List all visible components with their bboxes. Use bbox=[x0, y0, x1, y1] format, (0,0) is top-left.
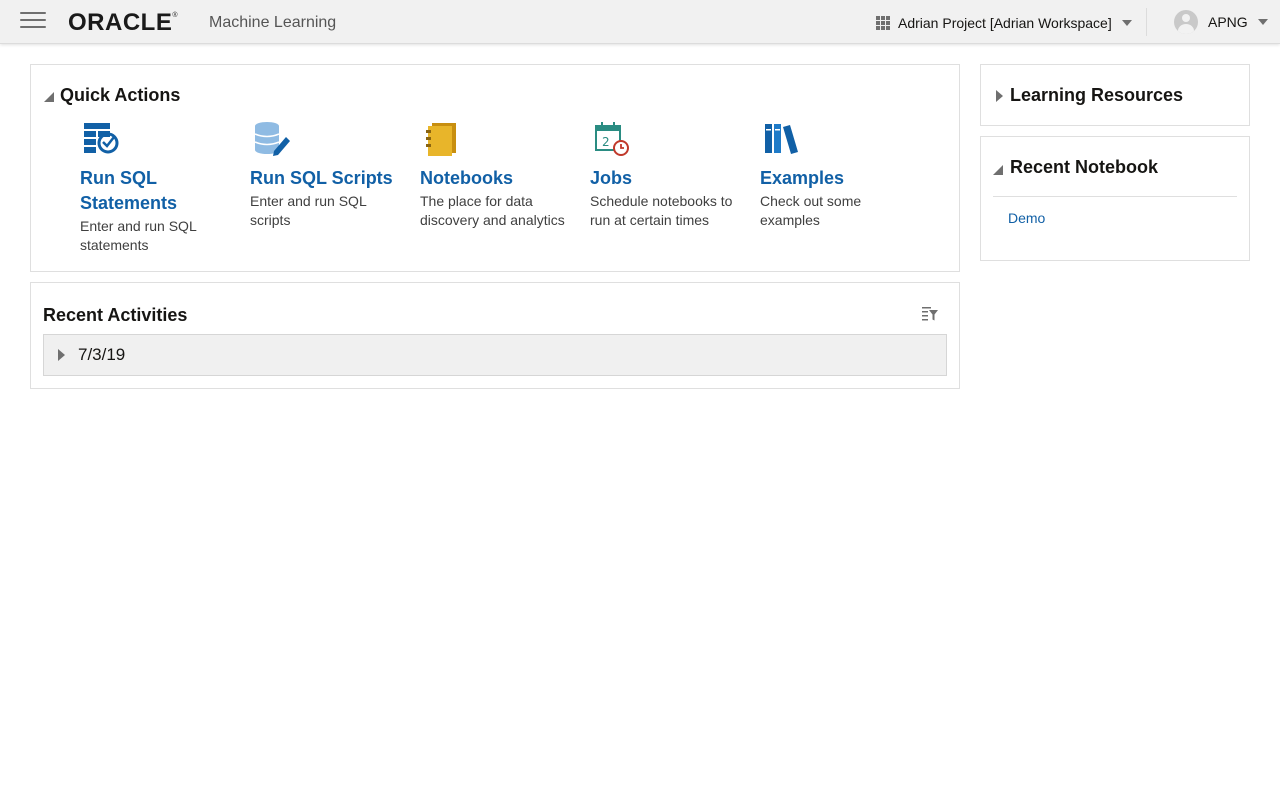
recent-activities-panel: Recent Activities 7/3/19 bbox=[30, 282, 960, 389]
action-description: Enter and run SQL statements bbox=[80, 218, 197, 253]
top-bar: ORACLE® Machine Learning Adrian Project … bbox=[0, 0, 1280, 44]
chevron-down-icon bbox=[1257, 19, 1268, 25]
collapse-triangle-icon[interactable] bbox=[993, 165, 1003, 175]
sql-statement-icon bbox=[84, 123, 119, 154]
run-sql-scripts-action[interactable]: Run SQL Scripts Enter and run SQL script… bbox=[250, 121, 420, 255]
chevron-down-icon bbox=[1121, 20, 1132, 26]
sql-script-icon bbox=[254, 122, 290, 156]
action-title: Run SQL bbox=[80, 168, 157, 188]
product-name: Machine Learning bbox=[209, 14, 337, 31]
action-title: Statements bbox=[80, 193, 178, 213]
action-description: Schedule notebooks to run at certain tim… bbox=[590, 193, 733, 228]
action-title: Jobs bbox=[590, 168, 633, 188]
books-icon bbox=[765, 124, 798, 154]
user-label: APNG bbox=[1208, 14, 1248, 30]
run-sql-statements-action[interactable]: Run SQL Statements Enter and run SQL sta… bbox=[80, 121, 250, 255]
activity-date-row[interactable]: 7/3/19 bbox=[43, 334, 947, 376]
collapse-triangle-icon[interactable] bbox=[44, 92, 54, 102]
header-divider bbox=[1146, 8, 1147, 36]
quick-actions-title: Quick Actions bbox=[60, 85, 181, 105]
notebooks-action[interactable]: Notebooks The place for data discovery a… bbox=[420, 121, 590, 255]
hamburger-menu-icon[interactable] bbox=[20, 12, 46, 32]
expand-triangle-icon bbox=[58, 349, 65, 361]
jobs-action[interactable]: 2 Jobs Schedule notebooks to run at cert… bbox=[590, 121, 760, 255]
action-title: Notebooks bbox=[420, 168, 514, 188]
filter-icon[interactable] bbox=[921, 305, 939, 323]
action-description: The place for data discovery and analyti… bbox=[420, 193, 565, 228]
learning-resources-panel: Learning Resources bbox=[980, 64, 1250, 126]
notebook-icon bbox=[426, 123, 456, 156]
quick-actions-panel: Quick Actions Run SQL Statements Enter a… bbox=[30, 64, 960, 272]
avatar bbox=[1174, 10, 1198, 34]
action-description: Check out some examples bbox=[760, 193, 862, 228]
expand-triangle-icon bbox=[996, 90, 1003, 102]
recent-activities-title: Recent Activities bbox=[43, 305, 188, 325]
divider bbox=[993, 196, 1237, 197]
calendar-clock-icon: 2 bbox=[595, 122, 629, 156]
svg-text:2: 2 bbox=[602, 135, 610, 149]
recent-notebook-panel: Recent Notebook Demo bbox=[980, 136, 1250, 261]
recent-notebook-link[interactable]: Demo bbox=[1008, 210, 1045, 226]
project-label: Adrian Project [Adrian Workspace] bbox=[898, 15, 1112, 31]
quick-actions-list: Run SQL Statements Enter and run SQL sta… bbox=[80, 121, 930, 255]
oracle-logo: ORACLE® bbox=[68, 9, 179, 36]
user-menu[interactable]: APNG bbox=[1174, 10, 1268, 34]
activity-date: 7/3/19 bbox=[78, 345, 126, 364]
learning-resources-title: Learning Resources bbox=[1010, 85, 1184, 105]
examples-action[interactable]: Examples Check out some examples bbox=[760, 121, 930, 255]
grid-icon bbox=[876, 16, 890, 30]
project-selector[interactable]: Adrian Project [Adrian Workspace] bbox=[876, 13, 1132, 33]
action-description: Enter and run SQL scripts bbox=[250, 193, 367, 228]
recent-notebook-title: Recent Notebook bbox=[1010, 157, 1159, 177]
action-title: Run SQL Scripts bbox=[250, 168, 393, 188]
action-title: Examples bbox=[760, 168, 845, 188]
